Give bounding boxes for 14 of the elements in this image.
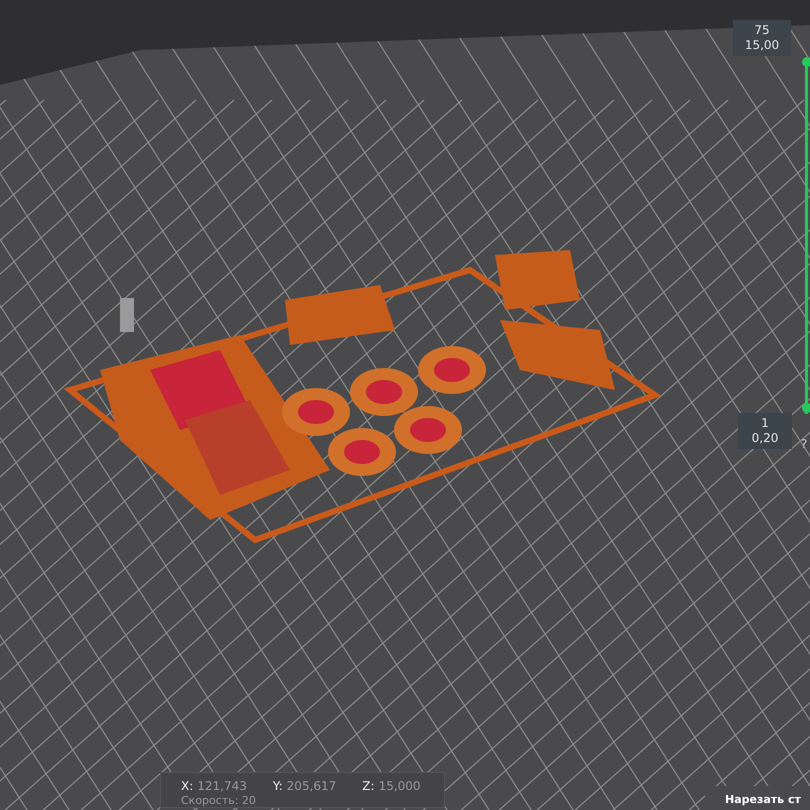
slice-button[interactable]: Нарезать ст	[705, 786, 810, 810]
coordinate-value: 205,617	[286, 779, 336, 793]
axis-label: X:	[181, 779, 194, 793]
layer-height: 0,20	[752, 431, 778, 446]
layer-number: 75	[754, 23, 770, 38]
coordinate-value: 121,743	[197, 779, 247, 793]
help-link[interactable]: ?	[801, 437, 808, 451]
layer-slider[interactable]	[802, 58, 810, 414]
axis-label: Y:	[272, 779, 283, 793]
speed-text: Скорость: 20	[181, 794, 257, 807]
layer-height: 15,00	[744, 38, 780, 53]
layer-number: 1	[761, 416, 769, 431]
coordinate-value: 15,000	[378, 779, 421, 793]
axis-label: Z:	[362, 779, 375, 793]
